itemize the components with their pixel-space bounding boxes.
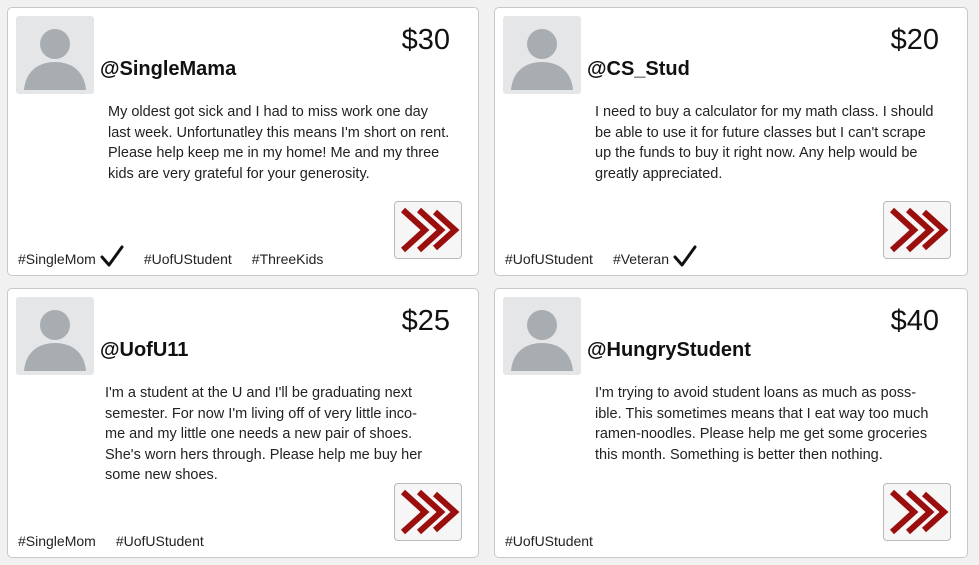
- tag[interactable]: #UofUStudent: [505, 533, 593, 549]
- fast-forward-icon: [400, 489, 460, 535]
- fast-forward-button[interactable]: [883, 483, 951, 541]
- avatar-placeholder-icon: [503, 297, 581, 375]
- requested-amount: $20: [890, 24, 939, 56]
- tag-label: #UofUStudent: [115, 533, 204, 549]
- tag-list: #UofUStudent: [505, 533, 593, 549]
- fast-forward-icon: [889, 207, 949, 253]
- username[interactable]: @CS_Stud: [587, 58, 690, 81]
- fast-forward-button[interactable]: [394, 483, 462, 541]
- tag[interactable]: #ThreeKids: [252, 251, 324, 267]
- tag[interactable]: #Veteran: [613, 245, 697, 267]
- fast-forward-icon: [400, 207, 460, 253]
- tag[interactable]: #UofUStudent: [505, 251, 593, 267]
- fast-forward-icon: [889, 489, 949, 535]
- username[interactable]: @HungryStudent: [587, 339, 751, 362]
- tag-label: #SingleMom: [18, 533, 96, 549]
- fast-forward-button[interactable]: [394, 201, 462, 259]
- tag-label: #UofUStudent: [505, 533, 593, 549]
- tag-label: #Veteran: [612, 251, 670, 267]
- checkmark-icon: [100, 245, 124, 267]
- username[interactable]: @SingleMama: [100, 58, 236, 81]
- post-card: @UofU11 $25 I'm a student at the U and I…: [7, 288, 479, 558]
- username[interactable]: @UofU11: [100, 339, 188, 362]
- post-message: My oldest got sick and I had to miss wor…: [108, 104, 450, 182]
- post-message: I need to buy a calculator for my math c…: [595, 104, 934, 182]
- post-card: @HungryStudent $40 I'm trying to avoid s…: [494, 288, 968, 558]
- tag[interactable]: #UofUStudent: [144, 251, 232, 267]
- tag[interactable]: #SingleMom: [18, 245, 124, 267]
- tag-label: #UofUStudent: [143, 251, 232, 267]
- tag[interactable]: #UofUStudent: [116, 533, 204, 549]
- avatar-placeholder-icon: [16, 16, 94, 94]
- tag-label: #UofUStudent: [505, 251, 593, 267]
- post-card: @SingleMama $30 My oldest got sick and I…: [7, 7, 479, 276]
- tag-list: #SingleMom #UofUStudent #ThreeKids: [18, 245, 323, 267]
- avatar-placeholder-icon: [16, 297, 94, 375]
- post-message: I'm a student at the U and I'll be gradu…: [105, 385, 423, 483]
- post-card: @CS_Stud $20 I need to buy a calculator …: [494, 7, 968, 276]
- tag[interactable]: #SingleMom: [18, 533, 96, 549]
- post-message: I'm trying to avoid student loans as muc…: [595, 385, 929, 463]
- tag-label: #SingleMom: [18, 251, 96, 267]
- tag-list: #UofUStudent #Veteran: [505, 245, 697, 267]
- tag-list: #SingleMom #UofUStudent: [18, 533, 204, 549]
- avatar-placeholder-icon: [503, 16, 581, 94]
- tag-label: #ThreeKids: [251, 251, 324, 267]
- fast-forward-button[interactable]: [883, 201, 951, 259]
- checkmark-icon: [673, 245, 697, 267]
- requested-amount: $40: [890, 305, 939, 337]
- requested-amount: $25: [401, 305, 450, 337]
- requested-amount: $30: [401, 24, 450, 56]
